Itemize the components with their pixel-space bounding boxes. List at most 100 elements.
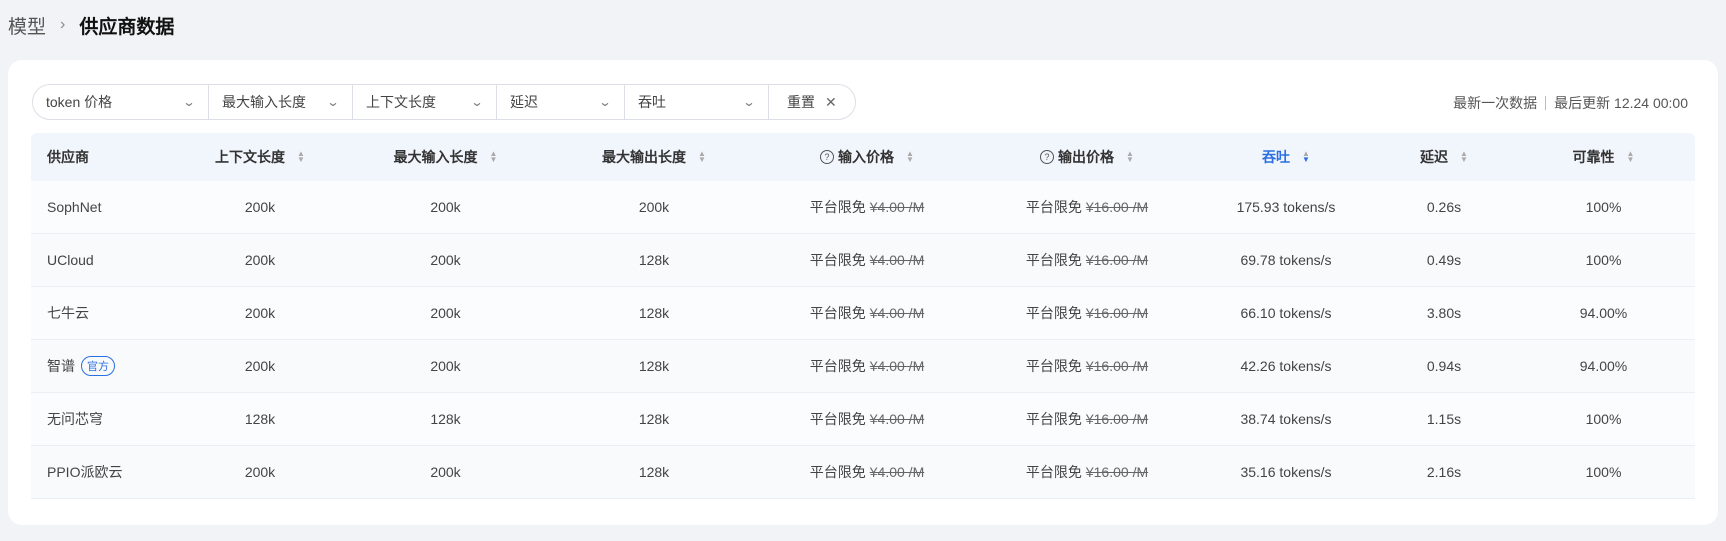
help-icon[interactable]: ? [820, 150, 835, 164]
sort-icon[interactable]: ▲ ▼ [490, 150, 498, 164]
reset-label: 重置 [787, 94, 815, 110]
cell-max-output-length: 128k [552, 411, 756, 427]
original-price: ¥16.00 /M [1085, 305, 1149, 321]
sort-icon[interactable]: ▲ ▼ [297, 150, 305, 164]
context-length-filter[interactable]: 上下文长度 ⌄ [353, 85, 497, 119]
cell-value: 200k [638, 199, 670, 215]
cell-reliability: 94.00% [1512, 305, 1695, 321]
page-title: 供应商数据 [79, 16, 175, 38]
sort-icon[interactable]: ▲ ▼ [1126, 150, 1134, 164]
cell-input-price: 平台限免 ¥4.00 /M [756, 409, 978, 429]
cell-output-price: 平台限免 ¥16.00 /M [978, 197, 1196, 217]
original-price: ¥4.00 /M [869, 199, 925, 215]
column-header-max-output-length[interactable]: 最大输出长度 ▲ ▼ [552, 147, 756, 167]
table-row[interactable]: 智谱 官方 200k 200k 128k 平台限免 ¥4.00 /M 平台限免 ¥16.00 /… [31, 340, 1695, 393]
cell-value: 100% [1585, 464, 1622, 480]
cell-max-input-length: 200k [339, 305, 552, 321]
cell-value: 2.16s [1426, 464, 1462, 480]
filter-label: 上下文长度 [366, 94, 436, 110]
cell-context-length: 200k [181, 199, 339, 215]
column-header-max-input-length[interactable]: 最大输入长度 ▲ ▼ [339, 147, 552, 167]
cell-output-price: 平台限免 ¥16.00 /M [978, 462, 1196, 482]
cell-value: 200k [244, 199, 276, 215]
column-header-latency[interactable]: 延迟 ▲ ▼ [1376, 147, 1512, 167]
cell-provider: UCloud [31, 252, 181, 268]
cell-provider: SophNet [31, 199, 181, 215]
column-header-output-price[interactable]: ? 输出价格 ▲ ▼ [978, 147, 1196, 167]
original-price: ¥16.00 /M [1085, 358, 1149, 374]
column-header-label: 供应商 [47, 149, 89, 165]
cell-throughput: 66.10 tokens/s [1196, 305, 1376, 321]
breadcrumb-models-link[interactable]: 模型 [8, 12, 46, 39]
original-price: ¥4.00 /M [869, 305, 925, 321]
cell-latency: 0.49s [1376, 252, 1512, 268]
cell-throughput: 35.16 tokens/s [1196, 464, 1376, 480]
column-header-context-length[interactable]: 上下文长度 ▲ ▼ [181, 147, 339, 167]
free-label: 平台限免 [1025, 411, 1082, 427]
cell-value: 200k [244, 464, 276, 480]
free-label: 平台限免 [1025, 199, 1082, 215]
free-label: 平台限免 [1025, 252, 1082, 268]
sort-icon[interactable]: ▲ ▼ [906, 150, 914, 164]
official-badge: 官方 [81, 356, 115, 376]
free-label: 平台限免 [1025, 358, 1082, 374]
throughput-filter[interactable]: 吞吐 ⌄ [625, 85, 769, 119]
cell-value: 100% [1585, 252, 1622, 268]
cell-max-input-length: 200k [339, 464, 552, 480]
cell-value: 94.00% [1579, 305, 1628, 321]
cell-value: 200k [430, 199, 461, 215]
filter-label: 延迟 [510, 94, 538, 110]
cell-provider: 无问芯穹 [31, 409, 181, 429]
cell-value: 200k [244, 252, 276, 268]
breadcrumb: 模型 › 供应商数据 [8, 10, 174, 40]
token-price-filter[interactable]: token 价格 ⌄ [33, 85, 209, 119]
provider-table: 供应商 上下文长度 ▲ ▼ 最大输入长度 ▲ ▼ 最大输出长度 ▲ ▼? 输入价格 ▲ ▼? 输出价格 ▲ ▼… [31, 133, 1695, 499]
sort-icon[interactable]: ▲ ▼ [698, 150, 706, 164]
cell-value: 200k [244, 358, 276, 374]
reset-button[interactable]: 重置 ✕ [769, 85, 855, 119]
free-label: 平台限免 [809, 305, 866, 321]
cell-reliability: 100% [1512, 464, 1695, 480]
cell-latency: 0.26s [1376, 199, 1512, 215]
column-header-label: 输入价格 [838, 149, 895, 165]
cell-max-output-length: 200k [552, 199, 756, 215]
table-row[interactable]: SophNet 200k 200k 200k 平台限免 ¥4.00 /M 平台限免 ¥16.0… [31, 181, 1695, 234]
cell-context-length: 200k [181, 305, 339, 321]
provider-name: 无问芯穹 [47, 411, 103, 427]
table-row[interactable]: PPIO派欧云 200k 200k 128k 平台限免 ¥4.00 /M 平台限免 ¥16.0… [31, 446, 1695, 499]
table-row[interactable]: UCloud 200k 200k 128k 平台限免 ¥4.00 /M 平台限免 ¥16.00… [31, 234, 1695, 287]
sort-icon[interactable]: ▲ ▼ [1627, 150, 1635, 164]
original-price: ¥16.00 /M [1085, 464, 1149, 480]
divider [1545, 96, 1547, 110]
max-input-length-filter[interactable]: 最大输入长度 ⌄ [209, 85, 353, 119]
sort-icon[interactable]: ▲ ▼ [1460, 150, 1468, 164]
column-header-throughput[interactable]: 吞吐 ▲ ▼ [1196, 147, 1376, 167]
filter-bar: token 价格 ⌄ 最大输入长度 ⌄ 上下文长度 ⌄ 延迟 ⌄ 吞吐 ⌄ 重置 ✕ [32, 84, 856, 120]
free-label: 平台限免 [809, 358, 866, 374]
cell-value: 94.00% [1579, 358, 1628, 374]
column-header-label: 输出价格 [1058, 149, 1115, 165]
cell-context-length: 200k [181, 358, 339, 374]
table-row[interactable]: 无问芯穹 128k 128k 128k 平台限免 ¥4.00 /M 平台限免 ¥16.00 /… [31, 393, 1695, 446]
cell-max-input-length: 200k [339, 358, 552, 374]
help-icon[interactable]: ? [1040, 150, 1055, 164]
sort-icon[interactable]: ▲ ▼ [1302, 150, 1310, 164]
column-header-input-price[interactable]: ? 输入价格 ▲ ▼ [756, 147, 978, 167]
cell-throughput: 38.74 tokens/s [1196, 411, 1376, 427]
table-row[interactable]: 七牛云 200k 200k 128k 平台限免 ¥4.00 /M 平台限免 ¥16.00 /M… [31, 287, 1695, 340]
cell-latency: 0.94s [1376, 358, 1512, 374]
cell-value: 200k [430, 305, 461, 321]
cell-max-output-length: 128k [552, 464, 756, 480]
cell-value: 100% [1585, 411, 1622, 427]
cell-max-input-length: 200k [339, 199, 552, 215]
cell-max-output-length: 128k [552, 358, 756, 374]
free-label: 平台限免 [809, 199, 866, 215]
column-header-reliability[interactable]: 可靠性 ▲ ▼ [1512, 147, 1695, 167]
latency-filter[interactable]: 延迟 ⌄ [497, 85, 625, 119]
cell-max-output-length: 128k [552, 252, 756, 268]
cell-value: 128k [638, 464, 670, 480]
column-header-label: 可靠性 [1572, 149, 1615, 165]
cell-reliability: 100% [1512, 411, 1695, 427]
cell-latency: 1.15s [1376, 411, 1512, 427]
provider-name: 智谱 [47, 358, 75, 374]
